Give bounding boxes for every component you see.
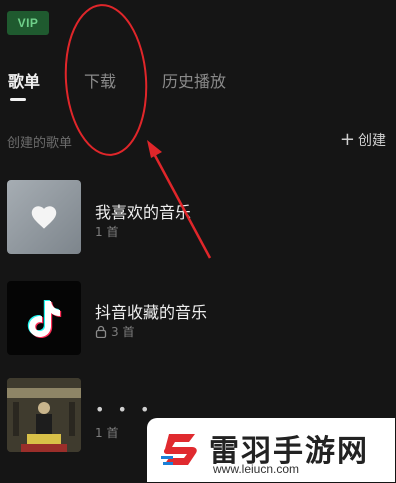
playlist-count: 1 首	[95, 424, 118, 441]
playlist-cover	[7, 180, 81, 254]
tab-bar: 歌单 下载 历史播放	[0, 68, 396, 108]
create-playlist-button[interactable]: + 创建	[340, 130, 386, 150]
playlist-title: 抖音收藏的音乐	[95, 303, 208, 322]
watermark-logo-icon	[161, 434, 197, 465]
track-count: 1 首	[95, 426, 119, 440]
track-count: 3 首	[111, 325, 135, 339]
track-count: 1 首	[95, 225, 119, 239]
tab-downloads[interactable]: 下载	[84, 68, 116, 92]
lock-icon	[95, 325, 107, 338]
watermark: 雷羽手游网 www.leiucn.com	[147, 418, 395, 482]
playlist-title: 我喜欢的音乐	[95, 203, 192, 222]
douyin-logo-icon	[27, 300, 62, 338]
playlist-cover	[7, 281, 81, 355]
playlist-count: 3 首	[95, 323, 134, 340]
playlist-cover	[7, 378, 81, 452]
section-label: 创建的歌单	[7, 136, 73, 151]
plus-icon: +	[339, 129, 355, 150]
playlist-item[interactable]: 抖音收藏的音乐 3 首	[7, 281, 367, 357]
playlist-title: • • •	[95, 400, 154, 419]
watermark-url: www.leiucn.com	[213, 462, 300, 476]
tab-playlists[interactable]: 歌单	[8, 68, 40, 92]
create-label: 创建	[358, 133, 386, 149]
playlist-item[interactable]: 我喜欢的音乐 1 首	[7, 180, 367, 256]
tab-history[interactable]: 历史播放	[162, 68, 226, 92]
created-playlists-header: 创建的歌单 + 创建	[7, 130, 386, 152]
active-tab-indicator	[10, 98, 26, 101]
heart-icon	[31, 206, 57, 229]
album-art	[7, 378, 81, 452]
playlist-count: 1 首	[95, 223, 118, 240]
vip-badge[interactable]: VIP	[7, 11, 49, 35]
